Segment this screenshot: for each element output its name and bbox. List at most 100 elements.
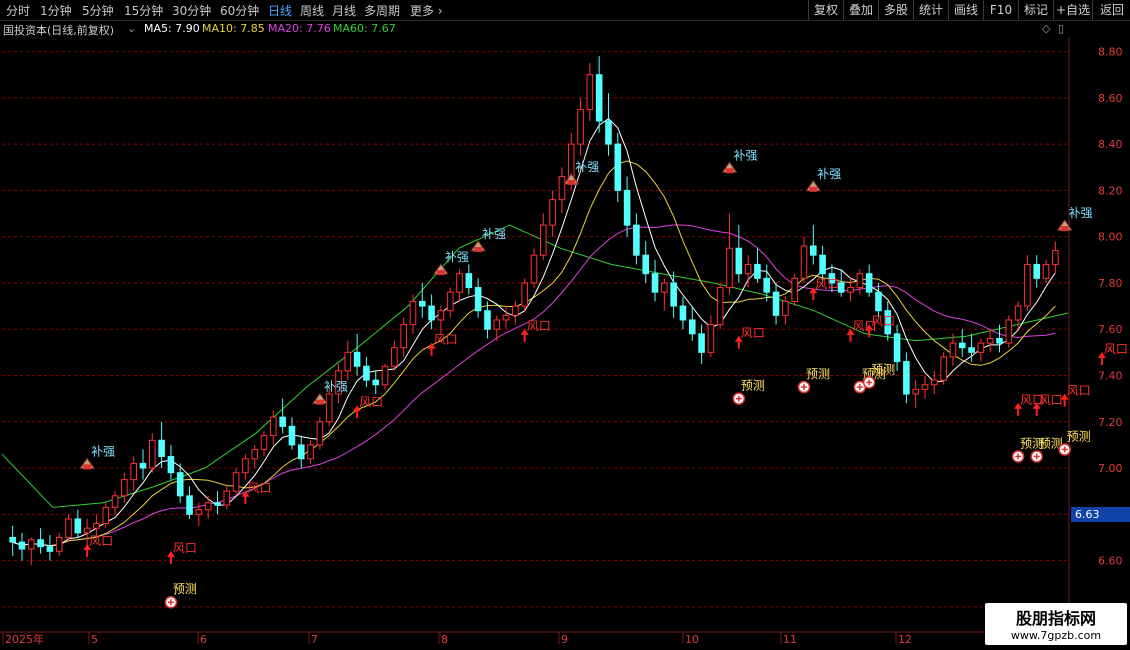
- candle-body: [204, 502, 212, 511]
- candle-body: [707, 324, 715, 353]
- candle-body: [530, 254, 538, 284]
- y-tick-label: 8.60: [1098, 92, 1123, 105]
- candle-body: [912, 388, 919, 395]
- back-button[interactable]: 返回: [1092, 0, 1130, 20]
- candle-body: [521, 282, 528, 307]
- candle-body: [791, 277, 798, 302]
- candle-body: [651, 273, 659, 293]
- period-daily[interactable]: 日线: [268, 2, 292, 19]
- period-intraday[interactable]: 分时: [6, 2, 30, 19]
- vent-signal-label: 风口: [89, 534, 113, 548]
- candle-body: [986, 337, 994, 344]
- candle-body: [130, 462, 137, 481]
- reinforce-signal-label: 补强: [445, 250, 469, 264]
- forecast-signal-label: 预测: [1067, 430, 1091, 444]
- multi-stock-button[interactable]: 多股: [878, 0, 913, 20]
- watermark: 股朋指标网 www.7gpzb.com: [985, 603, 1127, 645]
- period-more[interactable]: 更多 ›: [410, 2, 443, 19]
- candle-body: [437, 310, 445, 321]
- candle-body: [260, 435, 268, 451]
- reinforce-house-base: [315, 399, 324, 405]
- settings-dropdown-icon[interactable]: ⌄: [127, 22, 136, 35]
- y-tick-label: 7.80: [1098, 277, 1123, 290]
- candle-body: [512, 305, 519, 316]
- candle-body: [74, 518, 82, 534]
- candle-body: [121, 479, 128, 497]
- period-5min[interactable]: 5分钟: [82, 2, 114, 19]
- candle-body: [167, 455, 175, 474]
- statistics-button[interactable]: 统计: [913, 0, 948, 20]
- current-price-tag: 6.63: [1071, 507, 1130, 522]
- indicator-title-bar: 国投资本(日线,前复权) ⌄ MA5: 7.90 MA10: 7.85 MA20…: [0, 21, 1070, 37]
- period-1min[interactable]: 1分钟: [40, 2, 72, 19]
- candle-body: [735, 247, 743, 275]
- candle-body: [698, 333, 705, 353]
- candle-body: [502, 314, 510, 321]
- candle-body: [111, 495, 119, 508]
- candle-body: [633, 224, 640, 256]
- reinforce-house-base: [809, 186, 818, 192]
- draw-line-button[interactable]: 画线: [948, 0, 983, 20]
- period-30min[interactable]: 30分钟: [172, 2, 211, 19]
- vent-signal-label: 风口: [1039, 393, 1063, 407]
- candle-body: [46, 546, 54, 552]
- x-tick-label: 7: [311, 633, 318, 646]
- candle-body: [428, 305, 435, 321]
- vent-signal-label: 风口: [741, 326, 765, 340]
- period-15min[interactable]: 15分钟: [124, 2, 163, 19]
- candle-body: [865, 273, 873, 293]
- candle-body: [93, 523, 100, 529]
- period-60min[interactable]: 60分钟: [220, 2, 259, 19]
- candle-body: [605, 120, 612, 145]
- diamond-icon[interactable]: ◇: [1042, 22, 1050, 35]
- candle-body: [726, 247, 733, 289]
- candle-body: [223, 490, 231, 506]
- vent-signal-label: 风口: [871, 314, 895, 328]
- period-weekly[interactable]: 周线: [300, 2, 324, 19]
- f10-button[interactable]: F10: [983, 0, 1018, 20]
- stock-title: 国投资本(日线,前复权): [3, 24, 115, 37]
- period-multi[interactable]: 多周期: [364, 2, 400, 19]
- candle-body: [27, 539, 35, 550]
- candle-body: [1042, 263, 1050, 279]
- candle-body: [18, 541, 26, 550]
- candle-body: [679, 305, 687, 321]
- candle-body: [688, 319, 696, 335]
- reinforce-house-base: [474, 246, 483, 252]
- mark-button[interactable]: 标记: [1018, 0, 1053, 20]
- kline-chart[interactable]: 8.80 8.60 8.40 8.20 8.00 7.80 7.60 7.40 7.20 7.00…: [0, 38, 1130, 650]
- y-tick-label: 8.80: [1098, 46, 1123, 59]
- reinforce-house-base: [567, 179, 576, 185]
- reinforce-signal-label: 补强: [91, 444, 115, 458]
- y-tick-label: 8.40: [1098, 138, 1123, 151]
- candle-body: [474, 287, 482, 312]
- ma20-value: MA20: 7.76: [268, 22, 331, 35]
- candle-body: [623, 189, 631, 226]
- candle-body: [949, 342, 957, 358]
- candle-body: [642, 254, 650, 275]
- candle-body: [186, 495, 193, 515]
- period-monthly[interactable]: 月线: [332, 2, 356, 19]
- candle-body: [903, 361, 910, 395]
- y-tick-label: 7.40: [1098, 369, 1123, 382]
- x-tick-label: 5: [91, 633, 98, 646]
- candle-body: [400, 324, 407, 349]
- restore-rights-button[interactable]: 复权: [808, 0, 843, 20]
- vent-signal-label: 风口: [359, 395, 383, 409]
- candle-body: [1033, 263, 1041, 279]
- reinforce-signal-label: 补强: [575, 160, 599, 174]
- candle-body: [1014, 305, 1022, 321]
- candle-body: [744, 263, 752, 275]
- candle-body: [670, 282, 677, 307]
- overlay-button[interactable]: 叠加: [843, 0, 878, 20]
- candle-body: [446, 291, 454, 312]
- add-watchlist-button[interactable]: +自选: [1053, 0, 1092, 20]
- candle-body: [316, 421, 324, 446]
- panel-toggle-icon[interactable]: ▯: [1058, 22, 1064, 35]
- candle-body: [409, 300, 417, 326]
- reinforce-signal-label: 补强: [482, 227, 506, 241]
- reinforce-signal-label: 补强: [734, 148, 758, 162]
- candle-body: [158, 439, 165, 457]
- reinforce-signal-label: 补强: [324, 380, 348, 394]
- candle-body: [242, 458, 249, 474]
